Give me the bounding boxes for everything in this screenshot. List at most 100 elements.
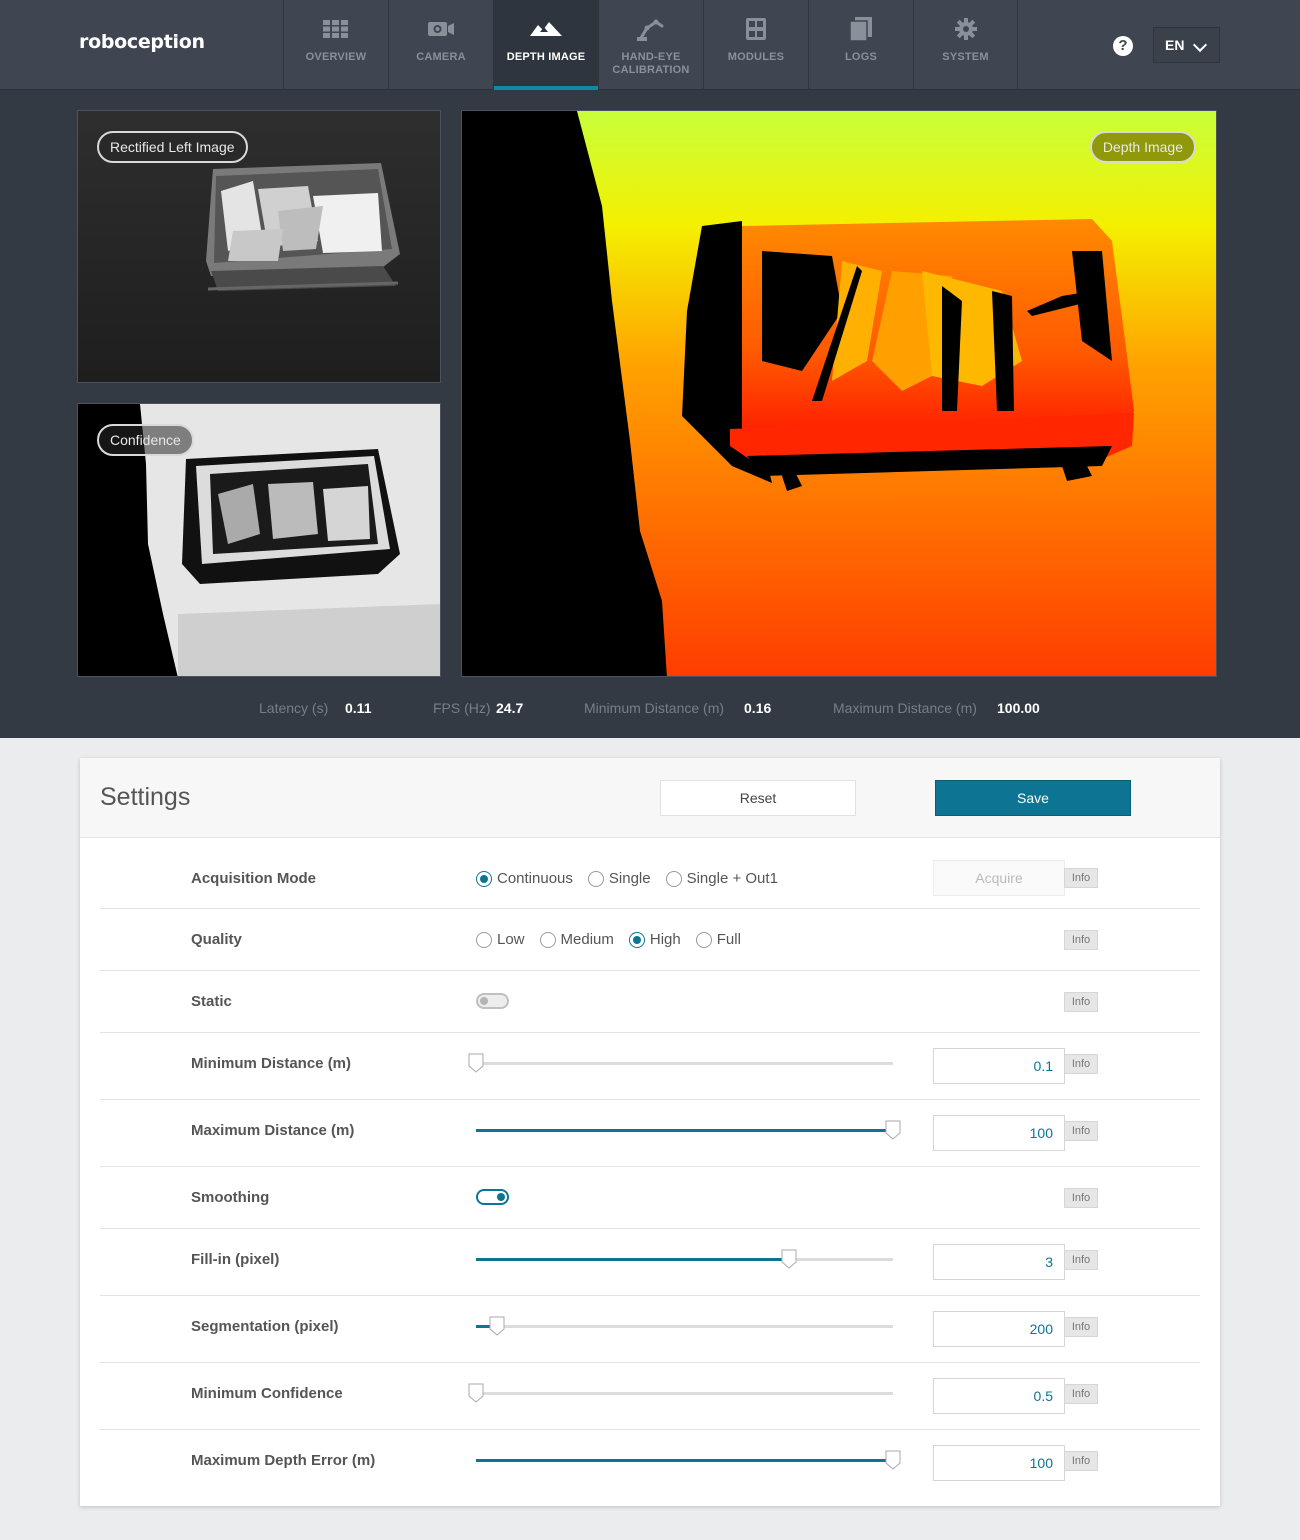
tab-modules[interactable]: MODULES	[703, 0, 808, 90]
minimum-distance-input[interactable]: 0.1	[933, 1048, 1065, 1084]
radio-label: High	[649, 931, 681, 948]
info-button[interactable]: Info	[1064, 1250, 1098, 1270]
radio-empty-icon	[665, 870, 682, 887]
segmentation-slider[interactable]	[476, 1316, 893, 1336]
tab-logs[interactable]: LOGS	[808, 0, 913, 90]
setting-row-minimum-confidence: Minimum Confidence 0.5 Info	[100, 1363, 1200, 1430]
slider-track	[476, 1325, 893, 1328]
tab-label: HAND-EYE CALIBRATION	[612, 51, 690, 76]
save-button[interactable]: Save	[935, 780, 1131, 816]
maximum-distance-slider[interactable]	[476, 1120, 901, 1140]
rectified-left-image-panel[interactable]: Rectified Left Image	[77, 110, 441, 383]
grid-icon	[284, 17, 388, 41]
tab-system[interactable]: SYSTEM	[913, 0, 1018, 90]
info-button[interactable]: Info	[1064, 1054, 1098, 1074]
segmentation-input[interactable]: 200	[933, 1311, 1065, 1347]
radio-continuous[interactable]: Continuous	[476, 870, 573, 887]
slider-handle[interactable]	[885, 1120, 901, 1140]
info-button[interactable]: Info	[1064, 1317, 1098, 1337]
tab-label: DEPTH IMAGE	[506, 51, 586, 63]
maximum-distance-input[interactable]: 100	[933, 1115, 1065, 1151]
radio-low[interactable]: Low	[476, 931, 525, 948]
top-navigation-bar: roboception OVERVIEW CAMERA DEPTH IMAGE …	[0, 0, 1300, 90]
maximum-depth-error-input[interactable]: 100	[933, 1445, 1065, 1481]
setting-label: Maximum Depth Error (m)	[191, 1452, 376, 1469]
language-value: EN	[1165, 37, 1185, 53]
radio-label: Low	[497, 931, 525, 948]
radio-label: Continuous	[497, 870, 573, 887]
slider-fill	[476, 1258, 789, 1261]
slider-fill	[476, 1129, 893, 1132]
tab-hand-eye-calibration[interactable]: HAND-EYE CALIBRATION	[598, 0, 703, 90]
depth-image	[462, 111, 1216, 676]
language-select[interactable]: EN	[1153, 27, 1220, 63]
slider-handle[interactable]	[468, 1053, 484, 1073]
info-button[interactable]: Info	[1064, 1188, 1098, 1208]
stat-label-max-distance: Maximum Distance (m)	[833, 700, 977, 716]
reset-button[interactable]: Reset	[660, 780, 856, 816]
depth-image-icon	[494, 17, 598, 41]
radio-full[interactable]: Full	[695, 931, 741, 948]
info-button[interactable]: Info	[1064, 1121, 1098, 1141]
radio-single-out1[interactable]: Single + Out1	[665, 870, 778, 887]
info-button[interactable]: Info	[1064, 868, 1098, 888]
info-button[interactable]: Info	[1064, 992, 1098, 1012]
static-toggle[interactable]	[476, 993, 509, 1009]
stat-label-latency: Latency (s)	[259, 700, 329, 716]
tab-label: OVERVIEW	[305, 51, 367, 63]
help-icon[interactable]: ?	[1113, 36, 1133, 56]
camera-icon	[389, 17, 493, 41]
slider-handle[interactable]	[468, 1383, 484, 1403]
radio-selected-icon	[628, 931, 645, 948]
brand-logo[interactable]: roboception	[79, 31, 205, 53]
setting-label: Segmentation (pixel)	[191, 1318, 339, 1335]
setting-row-minimum-distance: Minimum Distance (m) 0.1 Info	[100, 1033, 1200, 1100]
stat-label-min-distance: Minimum Distance (m)	[584, 700, 725, 716]
image-label-confidence: Confidence	[97, 424, 194, 456]
info-button[interactable]: Info	[1064, 930, 1098, 950]
minimum-distance-slider[interactable]	[468, 1053, 893, 1073]
tab-depth-image[interactable]: DEPTH IMAGE	[493, 0, 598, 90]
minimum-confidence-input[interactable]: 0.5	[933, 1378, 1065, 1414]
modules-icon	[704, 17, 808, 41]
slider-fill	[476, 1459, 893, 1462]
info-button[interactable]: Info	[1064, 1451, 1098, 1471]
settings-header: Settings Reset Save	[80, 758, 1220, 838]
slider-track	[476, 1062, 893, 1065]
main-nav: OVERVIEW CAMERA DEPTH IMAGE HAND-EYE CAL…	[283, 0, 1018, 90]
acquire-button[interactable]: Acquire	[933, 860, 1065, 896]
slider-handle[interactable]	[489, 1316, 505, 1336]
tab-label: SYSTEM	[942, 51, 989, 63]
setting-label: Minimum Confidence	[191, 1385, 343, 1402]
tab-label: CAMERA	[416, 51, 466, 63]
tab-overview[interactable]: OVERVIEW	[283, 0, 388, 90]
slider-track	[476, 1392, 893, 1395]
setting-label: Minimum Distance (m)	[191, 1055, 352, 1072]
radio-high[interactable]: High	[628, 931, 681, 948]
setting-label: Quality	[191, 931, 242, 948]
slider-handle[interactable]	[781, 1249, 797, 1269]
slider-handle[interactable]	[885, 1450, 901, 1470]
fill-in-input[interactable]: 3	[933, 1244, 1065, 1280]
info-button[interactable]: Info	[1064, 1384, 1098, 1404]
depth-image-panel[interactable]: Depth Image	[461, 110, 1217, 677]
image-display-area: Rectified Left Image Confidence Depth Im…	[0, 90, 1300, 738]
stat-value-max-distance: 100.00	[997, 700, 1040, 716]
fill-in-slider[interactable]	[476, 1249, 893, 1269]
radio-empty-icon	[539, 931, 556, 948]
smoothing-toggle[interactable]	[476, 1189, 509, 1205]
maximum-depth-error-slider[interactable]	[476, 1450, 901, 1470]
tab-label: MODULES	[727, 51, 785, 63]
minimum-confidence-slider[interactable]	[468, 1383, 893, 1403]
radio-empty-icon	[695, 931, 712, 948]
confidence-image-panel[interactable]: Confidence	[77, 403, 441, 677]
radio-label: Single	[608, 870, 651, 887]
tab-camera[interactable]: CAMERA	[388, 0, 493, 90]
setting-row-maximum-depth-error: Maximum Depth Error (m) 100 Info	[100, 1430, 1200, 1497]
radio-single[interactable]: Single	[587, 870, 651, 887]
radio-label: Full	[716, 931, 741, 948]
setting-row-maximum-distance: Maximum Distance (m) 100 Info	[100, 1100, 1200, 1167]
radio-medium[interactable]: Medium	[539, 931, 614, 948]
radio-selected-icon	[476, 870, 492, 887]
quality-radio-group: Low Medium High Full	[476, 931, 756, 948]
